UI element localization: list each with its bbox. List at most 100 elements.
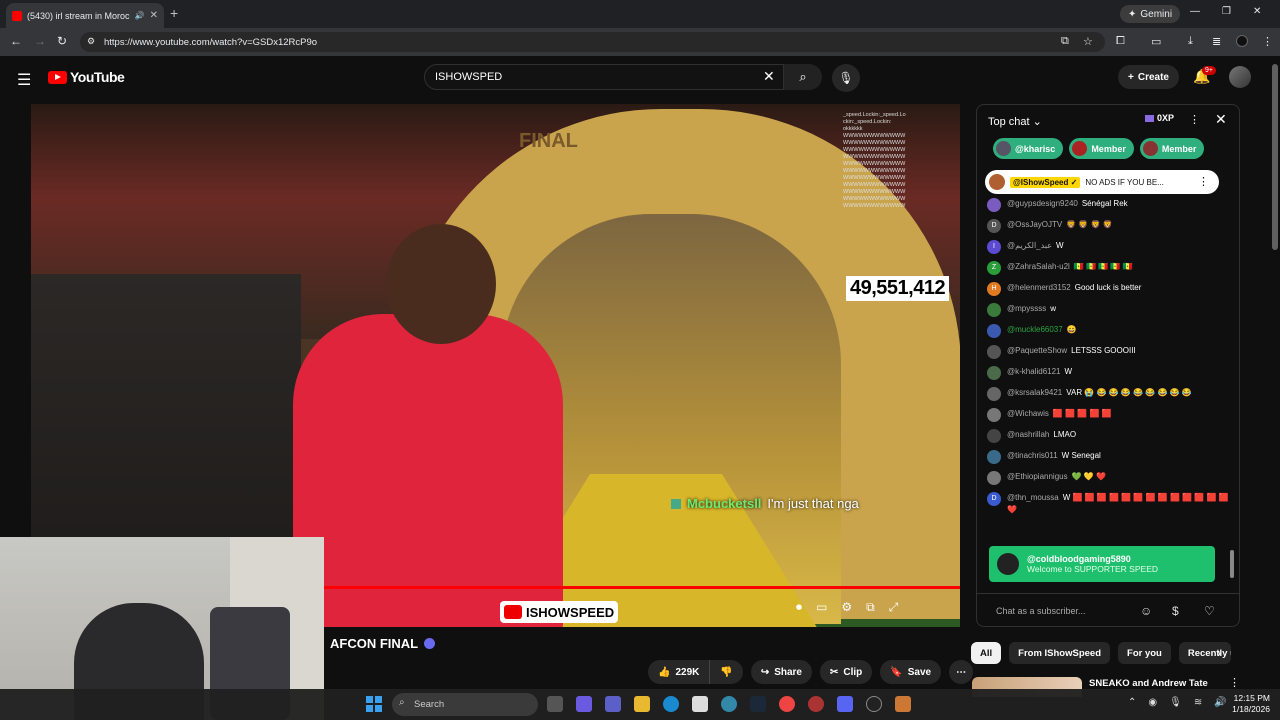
- close-window-icon[interactable]: ✕: [1253, 6, 1261, 17]
- chat-author[interactable]: @OssJayOJTV: [1007, 220, 1062, 229]
- sidebar-icon[interactable]: ▭: [1151, 35, 1161, 48]
- chip-all[interactable]: All: [971, 642, 1002, 664]
- super-chat-icon[interactable]: $: [1172, 604, 1179, 618]
- chat-author[interactable]: @nashrillah: [1007, 430, 1049, 439]
- ticker-item[interactable]: @kharisc: [993, 138, 1064, 159]
- save-button[interactable]: 🔖 Save: [880, 660, 942, 684]
- chat-author[interactable]: @Wichawis: [1007, 409, 1049, 418]
- cast-icon[interactable]: ⧉: [1061, 35, 1069, 48]
- download-icon[interactable]: ⤓: [1188, 35, 1193, 48]
- recommended-title[interactable]: SNEAKO and Andrew Tate: [1089, 678, 1208, 689]
- voice-search-button[interactable]: 🎙: [832, 64, 860, 92]
- chat-author[interactable]: @guypsdesign9240: [1007, 199, 1078, 208]
- chat-author[interactable]: @Ethiopiannigus: [1007, 472, 1068, 481]
- autoplay-toggle-icon[interactable]: ⏺: [796, 600, 802, 615]
- profile-avatar-icon[interactable]: [1236, 35, 1248, 47]
- taskbar-search[interactable]: ⌕ Search: [392, 693, 538, 716]
- emoji-icon[interactable]: ☺: [1140, 604, 1152, 618]
- clear-search-icon[interactable]: ✕: [763, 68, 775, 85]
- steam-icon[interactable]: [750, 696, 766, 712]
- chat-author[interactable]: @k-khalid6121: [1007, 367, 1060, 376]
- reload-icon[interactable]: ↻: [57, 34, 67, 48]
- url-field[interactable]: ⚙ https://www.youtube.com/watch?v=GSDx12…: [80, 32, 1105, 52]
- taskbar-clock[interactable]: 12:15 PM 1/18/2026: [1226, 693, 1270, 715]
- shield-app-icon[interactable]: [895, 696, 911, 712]
- create-button[interactable]: + Create: [1118, 65, 1179, 89]
- top-chat-dropdown[interactable]: Top chat ⌄: [988, 115, 1042, 128]
- chat-author[interactable]: @tinachris011: [1007, 451, 1058, 460]
- file-explorer-icon[interactable]: [634, 696, 650, 712]
- teams-icon[interactable]: [605, 696, 621, 712]
- like-button[interactable]: 👍 229K: [648, 660, 711, 684]
- ticker-item[interactable]: Member: [1069, 138, 1134, 159]
- vpn-icon[interactable]: [721, 696, 737, 712]
- fullscreen-icon[interactable]: ⤢: [889, 600, 899, 615]
- chat-more-icon[interactable]: ⋮: [1189, 113, 1200, 126]
- chat-message[interactable]: D @thn_moussa W 🟥 🟥 🟥 🟥 🟥 🟥 🟥 🟥 🟥 🟥 🟥 🟥 🟥 …: [987, 489, 1231, 516]
- chat-message[interactable]: @mpyssss w: [987, 300, 1231, 321]
- subtitles-icon[interactable]: ▭: [816, 600, 827, 615]
- search-button[interactable]: ⌕: [784, 64, 822, 90]
- chip-from-channel[interactable]: From IShowSpeed: [1009, 642, 1111, 664]
- chat-message[interactable]: @PaquetteShow LETSSS GOOOIII: [987, 342, 1231, 363]
- ticker-item[interactable]: Member: [1139, 138, 1205, 159]
- chat-author[interactable]: @helenmerd3152: [1007, 283, 1071, 292]
- forward-icon[interactable]: →: [34, 34, 46, 48]
- bookmark-star-icon[interactable]: ☆: [1083, 35, 1093, 48]
- browser-tab[interactable]: (5430) irl stream in Morocco 🔊 ✕: [6, 3, 164, 28]
- dislike-button[interactable]: 👎: [710, 660, 743, 684]
- close-tab-icon[interactable]: ✕: [150, 10, 158, 21]
- chat-message[interactable]: @guypsdesign9240 Sénégal Rek: [987, 195, 1231, 216]
- pinned-message[interactable]: @IShowSpeed ✓ NO ADS IF YOU BE... ⋮: [985, 170, 1219, 194]
- search-input[interactable]: ISHOWSPED: [424, 64, 784, 90]
- chat-author[interactable]: @thn_moussa: [1007, 493, 1059, 502]
- volume-icon[interactable]: 🔊: [1214, 697, 1226, 708]
- chat-message[interactable]: @Ethiopiannigus 💚 💛 ❤️: [987, 468, 1231, 489]
- chips-next-icon[interactable]: ›: [1217, 646, 1221, 660]
- discord-icon[interactable]: [837, 696, 853, 712]
- gemini-button[interactable]: ✦ Gemini: [1120, 5, 1181, 23]
- chat-author[interactable]: @عبد_الكريم: [1007, 241, 1052, 250]
- reading-list-icon[interactable]: ≣: [1212, 35, 1221, 48]
- chat-author[interactable]: @ksrsalak9421: [1007, 388, 1062, 397]
- opera-icon[interactable]: [808, 696, 824, 712]
- tray-app-icon[interactable]: ◉: [1148, 697, 1157, 708]
- hamburger-menu-icon[interactable]: ☰: [17, 70, 31, 90]
- chat-input[interactable]: Chat as a subscriber... ☺ $ ♡: [977, 593, 1239, 626]
- chat-message[interactable]: I @عبد_الكريم W: [987, 237, 1231, 258]
- xp-badge[interactable]: 0XP: [1145, 113, 1174, 123]
- browser-menu-icon[interactable]: ⋮: [1262, 35, 1273, 48]
- share-button[interactable]: ↪ Share: [750, 660, 812, 684]
- chip-for-you[interactable]: For you: [1118, 642, 1171, 664]
- heart-icon[interactable]: ♡: [1204, 604, 1215, 618]
- youtube-logo[interactable]: YouTube: [48, 69, 125, 85]
- restore-icon[interactable]: ❐: [1222, 6, 1231, 17]
- media-player-icon[interactable]: [866, 696, 882, 712]
- page-scrollbar[interactable]: [1272, 64, 1278, 250]
- chat-message[interactable]: @ksrsalak9421 VAR 😭 😂 😂 😂 😂 😂 😂 😂 😂: [987, 384, 1231, 405]
- wifi-icon[interactable]: ≋: [1194, 697, 1202, 708]
- copilot-icon[interactable]: [576, 696, 592, 712]
- close-chat-icon[interactable]: ✕: [1215, 111, 1227, 128]
- clip-button[interactable]: ✂ Clip: [820, 660, 873, 684]
- edge-icon[interactable]: [663, 696, 679, 712]
- back-icon[interactable]: ←: [10, 34, 22, 48]
- tray-expand-icon[interactable]: ⌃: [1128, 697, 1136, 708]
- chat-message[interactable]: @muckle66037 😄: [987, 321, 1231, 342]
- chat-scrollbar[interactable]: [1230, 550, 1234, 578]
- chat-message[interactable]: @k-khalid6121 W: [987, 363, 1231, 384]
- chat-message[interactable]: H @helenmerd3152 Good luck is better: [987, 279, 1231, 300]
- minimize-icon[interactable]: —: [1190, 6, 1200, 17]
- chip-recently[interactable]: Recently u: [1178, 642, 1231, 664]
- chat-author[interactable]: @muckle66037: [1007, 325, 1063, 334]
- recommended-more-icon[interactable]: ⋮: [1229, 676, 1240, 689]
- chat-message[interactable]: @tinachris011 W Senegal: [987, 447, 1231, 468]
- settings-gear-icon[interactable]: ⚙: [841, 600, 852, 615]
- chat-author[interactable]: @mpyssss: [1007, 304, 1046, 313]
- miniplayer-icon[interactable]: ⧉: [866, 600, 875, 615]
- account-avatar[interactable]: [1229, 66, 1251, 88]
- chat-message[interactable]: D @OssJayOJTV 🦁 🦁 🦁 🦁: [987, 216, 1231, 237]
- task-view-icon[interactable]: [547, 696, 563, 712]
- new-tab-button[interactable]: +: [170, 5, 178, 21]
- store-icon[interactable]: [692, 696, 708, 712]
